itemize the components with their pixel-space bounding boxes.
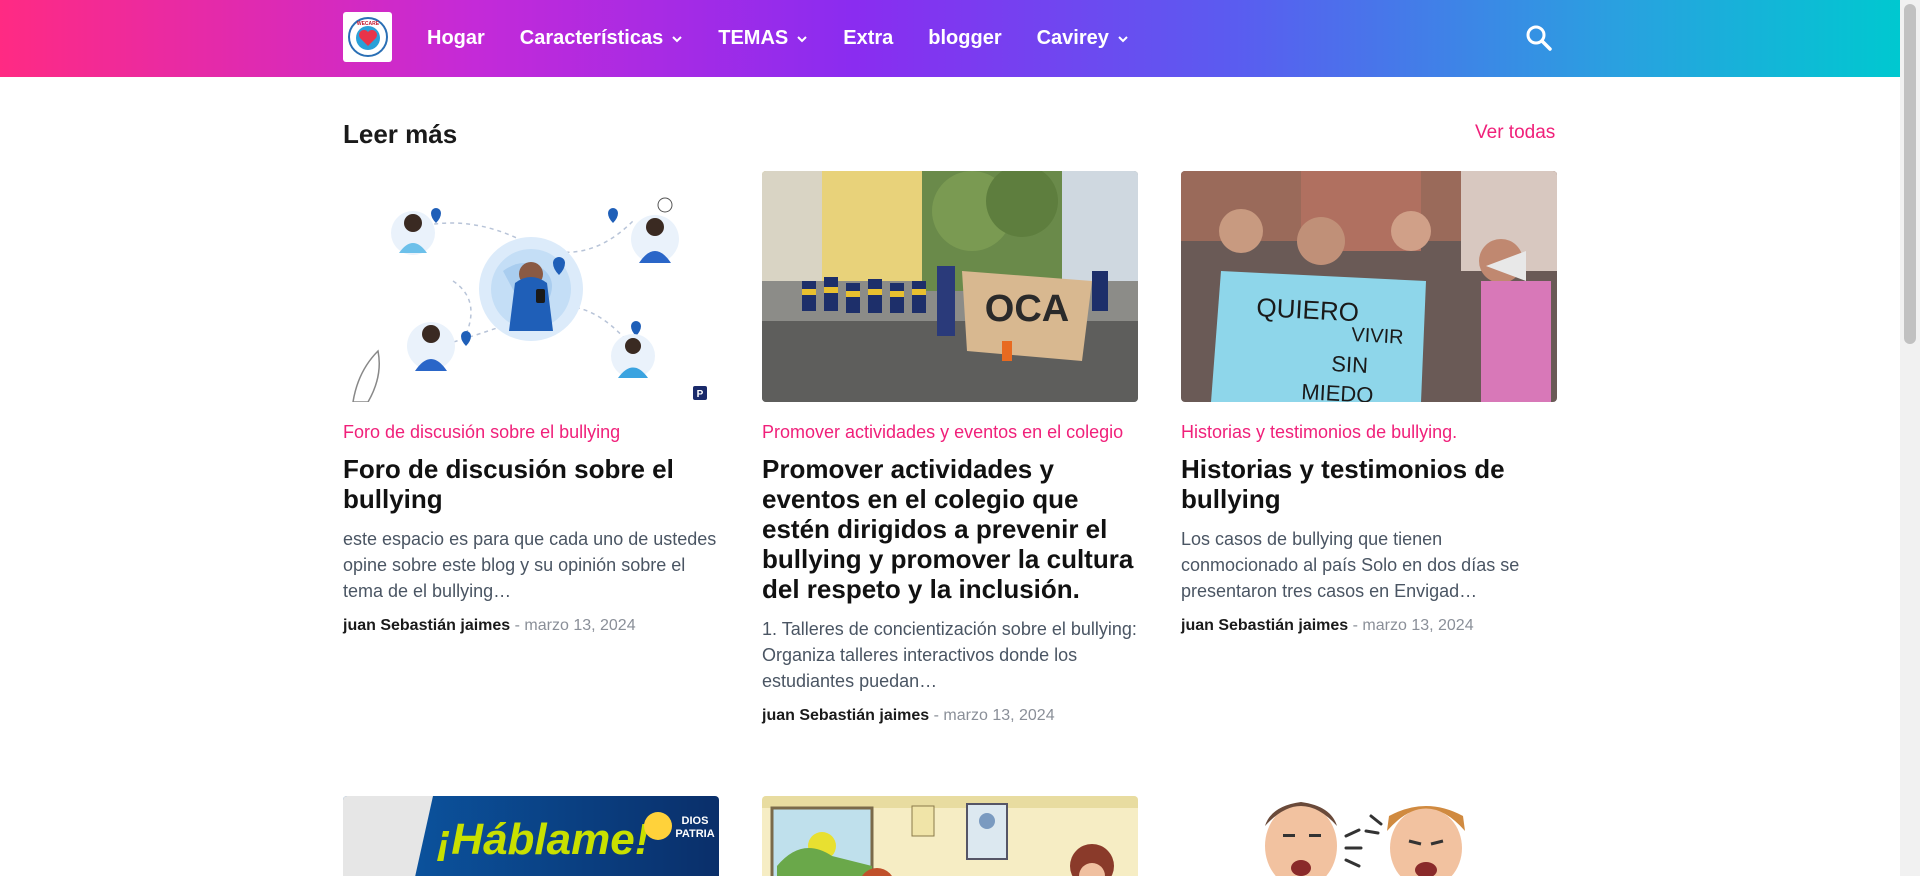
hablame-banner-image: ¡Háblame! DIOS PATRIA	[343, 796, 719, 876]
post-card: OCA Promover actividades y eventos en el…	[762, 171, 1138, 726]
post-title[interactable]: Promover actividades y eventos en el col…	[762, 454, 1138, 604]
post-title[interactable]: Historias y testimonios de bullying	[1181, 454, 1557, 514]
heart-logo-icon: WECARE	[347, 17, 388, 57]
protest-banner-lettering: OCA	[985, 288, 1069, 330]
post-excerpt: 1. Talleres de concientización sobre el …	[762, 619, 1137, 691]
post-thumbnail-illustration[interactable]	[762, 796, 1138, 876]
meta-separator: -	[933, 707, 939, 724]
people-globe-illustration: P	[352, 197, 707, 402]
site-logo[interactable]: WECARE	[343, 12, 392, 62]
nav-label: blogger	[928, 27, 1002, 49]
post-thumbnail-photo[interactable]: QUIERO VIVIR SIN MIEDO	[1181, 171, 1557, 402]
post-author[interactable]: juan Sebastián jaimes	[762, 707, 929, 724]
post-date: marzo 13, 2024	[1362, 617, 1474, 634]
svg-text:SIN: SIN	[1331, 351, 1369, 378]
post-card: QUIERO VIVIR SIN MIEDO Historias y testi…	[1181, 171, 1557, 636]
post-meta: juan Sebastián jaimes - marzo 13, 2024	[343, 616, 719, 636]
post-category-link[interactable]: Foro de discusión sobre el bullying	[343, 422, 719, 443]
post-date: marzo 13, 2024	[524, 617, 636, 634]
post-meta: juan Sebastián jaimes - marzo 13, 2024	[762, 706, 1138, 726]
post-category-link[interactable]: Promover actividades y eventos en el col…	[762, 422, 1138, 443]
search-icon[interactable]	[1525, 24, 1553, 52]
students-march-photo: OCA	[762, 171, 1138, 402]
nav-item-caracteristicas[interactable]: Características	[520, 27, 683, 50]
post-date: marzo 13, 2024	[943, 707, 1055, 724]
main-nav: Hogar Características TEMAS Extra blogge…	[427, 0, 1164, 77]
top-navigation-bar: WECARE Hogar Características TEMAS Extra…	[0, 0, 1900, 77]
logo-lettering: WECARE	[356, 21, 379, 27]
svg-text:PATRIA: PATRIA	[675, 828, 714, 840]
nav-item-extra[interactable]: Extra	[843, 27, 893, 50]
post-excerpt: este espacio es para que cada uno de ust…	[343, 529, 717, 601]
post-card: P Foro de discusión sobre el bullying Fo…	[343, 171, 719, 636]
nav-label: Cavirey	[1036, 27, 1109, 49]
view-all-link[interactable]: Ver todas	[1475, 122, 1555, 144]
nav-item-temas[interactable]: TEMAS	[718, 27, 808, 50]
svg-text:MIEDO: MIEDO	[1301, 379, 1374, 402]
chevron-down-icon	[1118, 35, 1128, 42]
post-thumbnail-illustration[interactable]: P	[343, 171, 719, 402]
banner-badge: DIOS	[682, 815, 709, 827]
post-meta: juan Sebastián jaimes - marzo 13, 2024	[1181, 616, 1557, 636]
section-title: Leer más	[343, 119, 458, 149]
post-thumbnail-banner[interactable]: ¡Háblame! DIOS PATRIA	[343, 796, 719, 876]
post-excerpt: Los casos de bullying que tienen conmoci…	[1181, 529, 1520, 601]
chevron-down-icon	[797, 35, 807, 42]
nav-item-hogar[interactable]: Hogar	[427, 27, 485, 50]
watermark-letter: P	[697, 389, 704, 400]
protest-sign-lettering: QUIERO	[1256, 292, 1360, 327]
nav-label: TEMAS	[718, 27, 789, 49]
meta-separator: -	[514, 617, 520, 634]
angry-cartoon-faces-image	[1181, 796, 1557, 876]
nav-label: Características	[519, 27, 664, 49]
post-thumbnail-photo[interactable]: OCA	[762, 171, 1138, 402]
nav-item-cavirey[interactable]: Cavirey	[1037, 27, 1129, 50]
classroom-cartoon-image	[762, 796, 1138, 876]
post-category-link[interactable]: Historias y testimonios de bullying.	[1181, 422, 1557, 443]
post-title[interactable]: Foro de discusión sobre el bullying	[343, 454, 719, 514]
vertical-scrollbar[interactable]	[1900, 0, 1920, 876]
nav-item-blogger[interactable]: blogger	[928, 27, 1001, 50]
post-thumbnail-illustration[interactable]	[1181, 796, 1557, 876]
scrollbar-thumb[interactable]	[1904, 4, 1916, 344]
post-author[interactable]: juan Sebastián jaimes	[343, 617, 510, 634]
protest-sign-photo: QUIERO VIVIR SIN MIEDO	[1181, 171, 1557, 402]
nav-label: Hogar	[427, 27, 485, 49]
meta-separator: -	[1352, 617, 1358, 634]
svg-text:VIVIR: VIVIR	[1351, 324, 1404, 349]
banner-heading: ¡Háblame!	[437, 815, 650, 864]
chevron-down-icon	[672, 35, 682, 42]
post-author[interactable]: juan Sebastián jaimes	[1181, 617, 1348, 634]
nav-label: Extra	[843, 27, 894, 49]
